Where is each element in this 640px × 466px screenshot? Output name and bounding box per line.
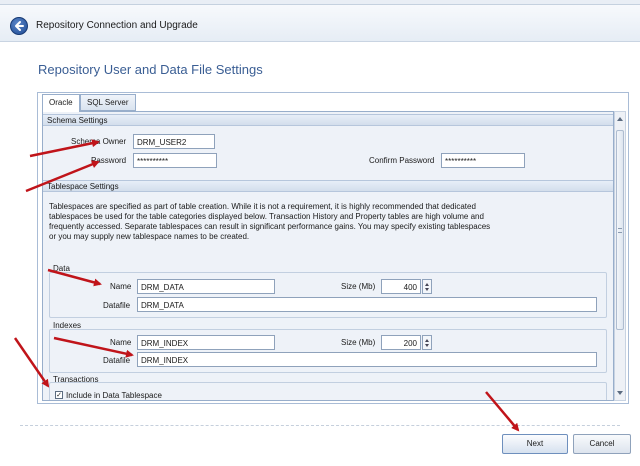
description-line: or you may supply new tablespace names t… [49,232,250,241]
description-line: Tablespaces are specified as part of tab… [49,202,476,211]
data-size-input[interactable]: 400 [381,279,421,294]
password-label: Password [91,156,127,165]
indexes-name-label: Name [110,338,132,347]
scroll-thumb[interactable] [616,130,624,330]
indexes-size-label: Size (Mb) [341,338,376,347]
data-size-spinner[interactable] [422,279,432,294]
scroll-down-icon[interactable] [617,391,623,395]
spin-up-icon[interactable] [425,339,429,342]
spin-up-icon[interactable] [425,283,429,286]
confirm-password-input[interactable]: ********** [441,153,525,168]
password-input[interactable]: ********** [133,153,217,168]
schema-settings-header: Schema Settings [43,114,613,126]
include-in-data-tablespace-label: Include in Data Tablespace [66,391,162,400]
indexes-size-spinner[interactable] [422,335,432,350]
scroll-up-icon[interactable] [617,117,623,121]
cancel-button[interactable]: Cancel [573,434,631,454]
include-in-data-tablespace-checkbox[interactable]: ✓ [55,391,63,399]
spin-down-icon[interactable] [425,288,429,291]
tablespace-description: Tablespaces are specified as part of tab… [49,202,609,242]
indexes-size-input[interactable]: 200 [381,335,421,350]
schema-owner-label: Schema Owner [71,137,127,146]
indexes-datafile-input[interactable]: DRM_INDEX [137,352,597,367]
data-name-input[interactable]: DRM_DATA [137,279,275,294]
grip-icon [618,228,622,233]
description-line: tablespaces be used for the table catego… [49,212,484,221]
spin-down-icon[interactable] [425,344,429,347]
tab-sql-server[interactable]: SQL Server [80,94,136,111]
indexes-datafile-label: Datafile [103,356,131,365]
window-title: Repository Connection and Upgrade [36,20,198,31]
tab-content: Schema Settings Schema Owner DRM_USER2 P… [42,111,614,401]
description-line: frequently accessed. Separate tablespace… [49,222,491,231]
indexes-name-input[interactable]: DRM_INDEX [137,335,275,350]
section-title: Repository User and Data File Settings [38,62,263,77]
schema-owner-input[interactable]: DRM_USER2 [133,134,215,149]
data-datafile-label: Datafile [103,301,131,310]
data-name-label: Name [110,282,132,291]
confirm-password-label: Confirm Password [369,156,435,165]
data-datafile-input[interactable]: DRM_DATA [137,297,597,312]
back-arrow-icon[interactable] [10,17,28,35]
next-button[interactable]: Next [502,434,568,454]
tablespace-settings-header: Tablespace Settings [43,180,613,192]
tab-oracle[interactable]: Oracle [42,94,80,112]
footer-divider [20,425,620,426]
data-size-label: Size (Mb) [341,282,376,291]
vertical-scrollbar[interactable] [614,111,626,401]
